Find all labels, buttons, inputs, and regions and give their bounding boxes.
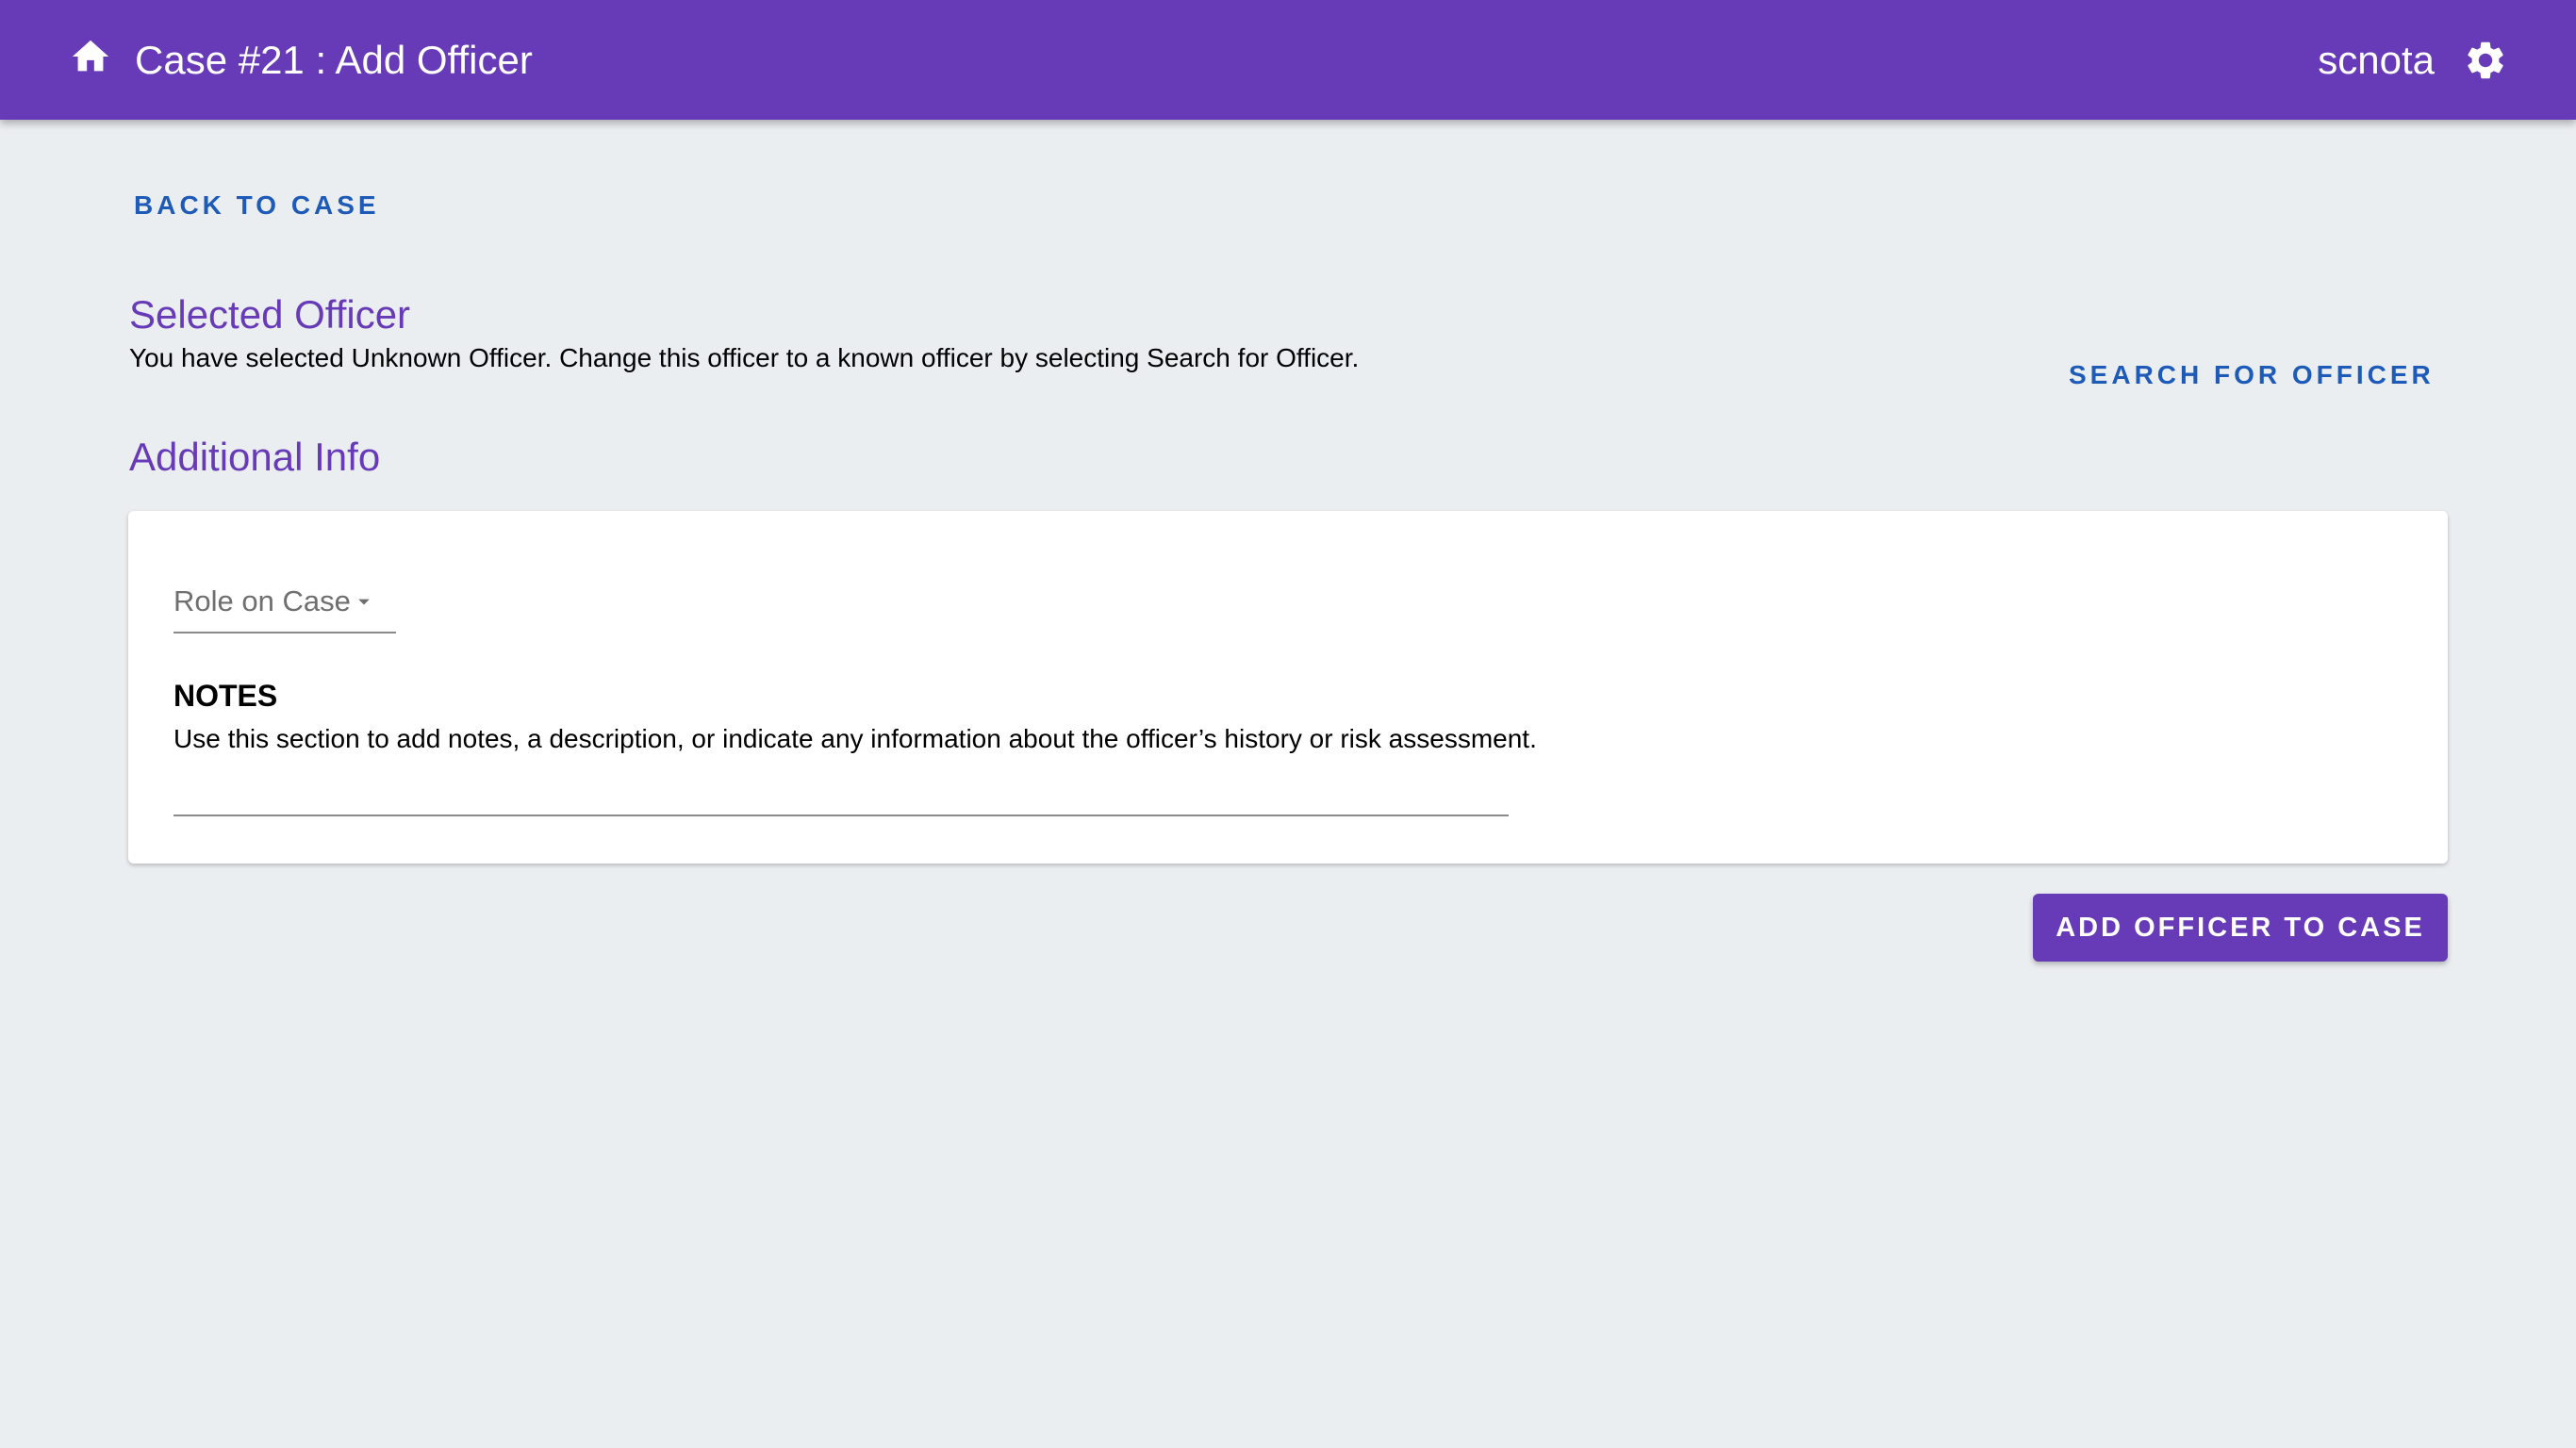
home-icon — [72, 40, 109, 72]
role-on-case-select[interactable]: Role on Case — [173, 575, 396, 634]
selected-officer-heading: Selected Officer — [129, 292, 411, 337]
app-bar: Case #21 : Add Officer scnota — [0, 0, 2576, 120]
notes-description: Use this section to add notes, a descrip… — [173, 724, 1537, 753]
gear-icon — [2468, 41, 2503, 79]
home-button[interactable] — [57, 23, 124, 90]
username-label: scnota — [2318, 38, 2435, 82]
settings-button[interactable] — [2452, 26, 2519, 94]
role-on-case-label: Role on Case — [173, 584, 351, 617]
additional-info-heading: Additional Info — [129, 435, 381, 479]
search-for-officer-button[interactable]: SEARCH FOR OFFICER — [2056, 349, 2448, 402]
additional-info-card: Role on Case NOTES Use this section to a… — [128, 511, 2448, 864]
notes-input[interactable] — [173, 767, 1509, 816]
notes-heading: NOTES — [173, 679, 278, 713]
add-officer-to-case-button[interactable]: ADD OFFICER TO CASE — [2033, 894, 2448, 962]
page-title: Case #21 : Add Officer — [135, 38, 533, 82]
selected-officer-description: You have selected Unknown Officer. Chang… — [129, 343, 1360, 372]
back-to-case-link[interactable]: BACK TO CASE — [121, 179, 393, 232]
chevron-down-icon — [358, 599, 370, 605]
